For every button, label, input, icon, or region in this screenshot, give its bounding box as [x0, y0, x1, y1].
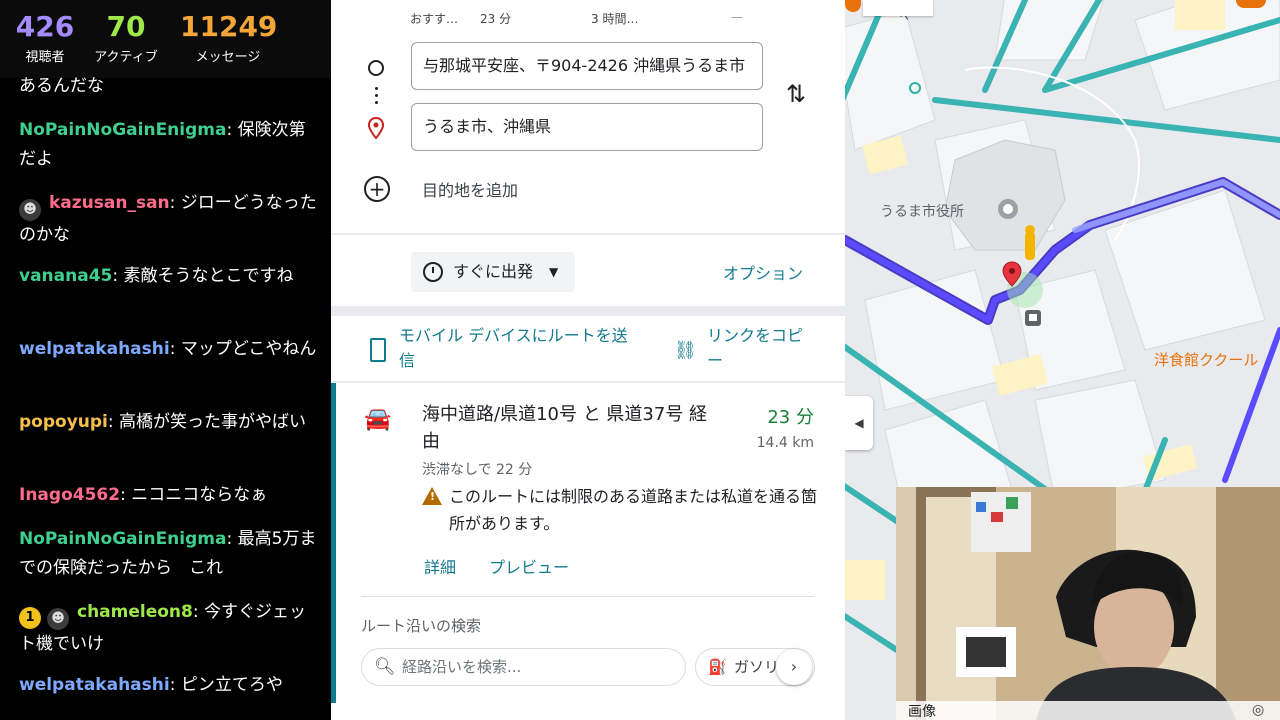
mode-car-time[interactable]: 23 分 — [480, 10, 511, 27]
chat-message: Inago4562: ニコニコならなぁ — [19, 481, 319, 510]
mode-transit-time[interactable]: 3 時間… — [591, 10, 638, 27]
active-count-label: アクティブ — [94, 50, 158, 65]
route-card[interactable]: 🚘 海中道路/県道10号 と 県道37号 経由 23 分 14.4 km 渋滞な… — [331, 383, 845, 720]
directions-panel: おすす… 23 分 3 時間… — 与那城平安座、〒904-2426 沖縄県うる… — [331, 0, 845, 720]
chat-username[interactable]: NoPainNoGainEnigma — [19, 529, 226, 549]
caret-down-icon: ▼ — [549, 265, 559, 279]
chat-message-text: : ピン立てろや — [169, 675, 283, 695]
send-to-phone-icon[interactable] — [370, 338, 386, 362]
add-destination-label[interactable]: 目的地を追加 — [422, 177, 518, 201]
route-dots-icon — [375, 87, 378, 90]
chat-message: NoPainNoGainEnigma: 保険次第だよ — [19, 116, 319, 174]
account-avatar[interactable] — [1236, 0, 1266, 8]
along-route-title: ルート沿いの検索 — [361, 617, 482, 635]
send-to-device-link[interactable]: モバイル デバイスにルートを送信 — [399, 323, 629, 373]
divider — [331, 233, 845, 235]
chat-username[interactable]: chameleon8 — [77, 602, 193, 622]
route-time: 23 分 — [767, 407, 814, 428]
active-count-value: 70 — [106, 10, 146, 43]
divider — [331, 306, 845, 316]
depart-now-button[interactable]: すぐに出発 ▼ — [411, 252, 575, 292]
chat-message: welpatakahashi: マップどこやねん — [19, 335, 319, 364]
clock-icon — [423, 262, 443, 282]
chat-username[interactable]: NoPainNoGainEnigma — [19, 120, 226, 140]
chat-username[interactable]: welpatakahashi — [19, 675, 170, 695]
avatar: ☻ — [19, 199, 41, 221]
origin-input[interactable]: 与那城平安座、〒904-2426 沖縄県うるま市 — [411, 42, 763, 90]
chat-username[interactable]: kazusan_san — [49, 193, 170, 213]
warning-icon — [422, 487, 442, 505]
chat-message-text: : ニコニコならなぁ — [120, 485, 268, 505]
chat-message-text: : マップどこやねん — [169, 339, 317, 359]
along-route-placeholder: 経路沿いを検索... — [402, 658, 522, 676]
chat-username[interactable]: popoyupi — [19, 412, 108, 432]
webcam-overlay: 画像 ◎ — [896, 487, 1280, 720]
chat-message-text: あるんだな — [19, 76, 104, 96]
chat-username[interactable]: welpatakahashi — [19, 339, 170, 359]
destination-pin-icon — [368, 117, 384, 139]
search-icon: 🔍︎ — [374, 657, 396, 677]
chat-message-text: : 高橋が笑った事がやばい — [107, 412, 307, 432]
route-title: 海中道路/県道10号 と 県道37号 経由 — [422, 404, 708, 452]
link-icon[interactable]: ⛓ — [674, 340, 697, 361]
chat-username[interactable]: vanana45 — [19, 266, 112, 286]
gas-chip-label: ガソリ — [734, 658, 780, 676]
chat-username[interactable]: Inago4562 — [19, 485, 120, 505]
message-count-value: 11249 — [180, 10, 278, 43]
gift-badge: 1 — [19, 607, 41, 629]
chat-message: 1 ☻ chameleon8: 今すぐジェット機でいけ — [19, 598, 319, 659]
gas-pump-icon: ⛽ — [708, 658, 727, 676]
travel-mode-row: おすす… 23 分 3 時間… — — [331, 10, 845, 30]
route-dots-icon — [375, 94, 378, 97]
viewer-count-label: 視聴者 — [25, 50, 65, 65]
route-distance: 14.4 km — [756, 435, 814, 451]
divider — [361, 596, 814, 597]
message-count: 11249 メッセージ — [180, 10, 278, 65]
copy-link[interactable]: リンクをコピー — [707, 323, 817, 373]
collapse-panel-button[interactable]: ◀ — [845, 396, 873, 450]
webcam-feed — [896, 487, 1280, 720]
chat-message: welpatakahashi: ピン立てろや — [19, 671, 319, 700]
chevron-right-icon[interactable]: › — [776, 649, 812, 685]
chat-message: NoPainNoGainEnigma: 最高5万までの保険だったから これ — [19, 525, 319, 583]
active-count: 70 アクティブ — [88, 10, 164, 65]
details-link[interactable]: 詳細 — [424, 554, 456, 578]
depart-now-label: すぐに出発 — [453, 262, 534, 281]
chat-panel: 426 視聴者 70 アクティブ 11249 メッセージ あるんだな NoPai… — [0, 0, 331, 720]
destination-input[interactable]: うるま市、沖縄県 — [411, 103, 763, 151]
selected-route-accent — [331, 383, 336, 703]
route-dots-icon — [375, 101, 378, 104]
add-destination-icon[interactable]: + — [364, 176, 390, 202]
options-button[interactable]: オプション — [723, 260, 803, 284]
chat-message-text: : 素敵そうなとこですね — [112, 266, 294, 286]
location-icon[interactable]: ◎ — [1252, 702, 1264, 718]
route-traffic-note: 渋滞なしで 22 分 — [422, 462, 533, 478]
chat-message: vanana45: 素敵そうなとこですね — [19, 262, 319, 291]
chat-message: ☻ kazusan_san: ジローどうなったのかな — [19, 189, 319, 250]
origin-dot-icon — [368, 60, 384, 76]
chat-message: popoyupi: 高橋が笑った事がやばい — [19, 408, 319, 437]
route-warning: このルートには制限のある道路または私道を通る箇所があります。 — [449, 487, 818, 533]
stream-stats: 426 視聴者 70 アクティブ 11249 メッセージ — [0, 0, 331, 78]
car-icon: 🚘 — [364, 407, 392, 432]
mode-recommended[interactable]: おすす… — [410, 10, 458, 27]
message-count-label: メッセージ — [195, 50, 261, 65]
imagery-label[interactable]: 画像 — [908, 701, 936, 720]
map-top-control[interactable] — [863, 0, 933, 16]
mode-other[interactable]: — — [731, 10, 743, 24]
swap-icon[interactable]: ⇅ — [786, 80, 806, 108]
chat-message: あるんだな — [19, 72, 319, 101]
city-hall-label[interactable]: うるま市役所 — [880, 201, 964, 221]
along-route-search-input[interactable]: 🔍︎ 経路沿いを検索... — [361, 648, 686, 686]
preview-link[interactable]: プレビュー — [489, 554, 569, 578]
viewer-count: 426 視聴者 — [14, 10, 76, 65]
restaurant-label[interactable]: 洋食館ククール — [1154, 349, 1258, 370]
viewer-count-value: 426 — [15, 10, 75, 43]
avatar: ☻ — [47, 608, 69, 630]
